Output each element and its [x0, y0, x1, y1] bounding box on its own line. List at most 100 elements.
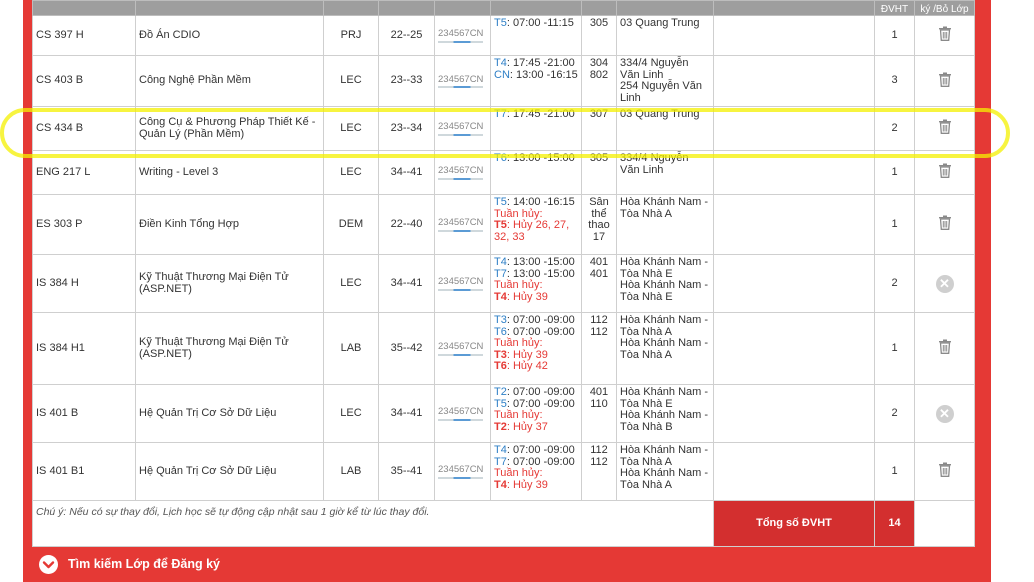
cancel-weeks: : Hủy 39: [506, 290, 548, 303]
trash-icon[interactable]: [938, 72, 952, 87]
notes-cell: [713, 15, 875, 56]
location-cell: 03 Quang Trung: [616, 106, 714, 151]
header-cell: ĐVHT: [874, 0, 915, 16]
weekday-pattern: 234567CN: [438, 464, 484, 479]
class-type: LEC: [323, 150, 379, 195]
time-cell: T2: 07:00 -09:00 T5: 07:00 -09:00 Tuần hủy…: [490, 384, 582, 443]
time-slot: T6: 13:00 -15:00: [494, 152, 578, 165]
weekday-text: 234567CN: [438, 165, 484, 177]
notes-cell: [713, 150, 875, 195]
location-name: 03 Quang Trung: [620, 17, 700, 29]
room-cell: 304 802: [581, 55, 617, 107]
time-range: : 07:00 -09:00: [506, 455, 575, 468]
cancel-day: T3: [494, 348, 507, 361]
notes-cell: [713, 312, 875, 385]
location-name: 334/4 Nguyễn Văn Linh: [620, 57, 689, 81]
day-label: T5: [494, 17, 507, 29]
location-cell: Hòa Khánh Nam - Tòa Nhà A Hòa Khánh Nam -…: [616, 312, 714, 385]
room-cell: 401 110: [581, 384, 617, 443]
header-cell: [378, 0, 435, 16]
weekday-indicator: 234567CN: [434, 384, 491, 443]
time-range: : 13:00 -15:00: [506, 152, 575, 164]
search-class-label: Tìm kiếm Lớp để Đăng ký: [68, 557, 220, 571]
week-range: 23--33: [378, 55, 435, 107]
weekday-bar: [438, 86, 484, 89]
weekday-indicator: 234567CN: [434, 15, 491, 56]
time-cell: T6: 13:00 -15:00: [490, 150, 582, 195]
header-cell: [490, 0, 582, 16]
week-range: 22--40: [378, 194, 435, 255]
action-cell: [914, 15, 975, 56]
weekday-bar: [438, 418, 484, 421]
class-name: Công Nghệ Phần Mềm: [135, 55, 324, 107]
table-header-row: ĐVHT ký /Bỏ Lớp: [32, 0, 975, 16]
location-name: Hòa Khánh Nam - Tòa Nhà A: [620, 444, 709, 468]
class-name: Writing - Level 3: [135, 150, 324, 195]
location-cell: Hòa Khánh Nam - Tòa Nhà A Hòa Khánh Nam -…: [616, 442, 714, 501]
cancel-day: T5: [494, 219, 507, 231]
trash-icon[interactable]: [938, 163, 952, 179]
weekday-pattern: 234567CN: [438, 341, 484, 356]
class-type: LAB: [323, 442, 379, 501]
class-name: Hệ Quản Trị Cơ Sở Dữ Liệu: [135, 384, 324, 443]
trash-icon[interactable]: [938, 339, 952, 355]
credits: 2: [874, 384, 915, 443]
weekday-bar: [438, 288, 484, 291]
day-label: T7: [494, 108, 507, 120]
cancel-weeks: : Hủy 42: [506, 360, 548, 372]
trash-icon[interactable]: [938, 119, 952, 135]
day-label: T5: [494, 196, 507, 208]
cancel-weeks: : Hủy 39: [506, 348, 548, 361]
time-range: : 07:00 -09:00: [506, 386, 575, 398]
room-number: 112: [590, 325, 608, 338]
cancel-weeks: : Hủy 39: [506, 478, 548, 491]
table-row: IS 384 H Kỹ Thuật Thương Mại Điện Tử (ASP…: [32, 254, 975, 313]
time-range: : 14:00 -16:15: [506, 196, 575, 208]
time-slot: T5: 07:00 -11:15: [494, 17, 578, 30]
day-label: T4: [494, 444, 507, 456]
weekday-text: 234567CN: [438, 464, 484, 476]
location-name: Hòa Khánh Nam - Tòa Nhà A: [620, 196, 709, 220]
class-type: LEC: [323, 384, 379, 443]
day-label: T6: [494, 325, 507, 338]
class-type: LAB: [323, 312, 379, 385]
header-cell: [323, 0, 379, 16]
room-number: Sân thể thao 17: [588, 196, 610, 243]
class-code: IS 384 H: [32, 254, 136, 313]
search-class-section-header[interactable]: Tìm kiếm Lớp để Đăng ký: [32, 551, 982, 579]
trash-icon[interactable]: [938, 215, 952, 231]
time-range: : 13:00 -15:00: [506, 267, 575, 280]
location-name: Hòa Khánh Nam - Tòa Nhà E: [620, 386, 709, 410]
room-number: 401: [589, 386, 609, 398]
weekday-bar: [438, 476, 484, 479]
time-cell: T5: 14:00 -16:15 Tuần hủy: T5: Hủy 26, 27,…: [490, 194, 582, 255]
day-label: T2: [494, 386, 507, 398]
location-cell: Hòa Khánh Nam - Tòa Nhà E Hòa Khánh Nam -…: [616, 384, 714, 443]
time-range: : 07:00 -09:00: [506, 397, 575, 410]
room-cell: 305: [581, 15, 617, 56]
time-cell: T5: 07:00 -11:15: [490, 15, 582, 56]
class-code: ENG 217 L: [32, 150, 136, 195]
weekday-pattern: 234567CN: [438, 121, 484, 136]
weekday-indicator: 234567CN: [434, 106, 491, 151]
trash-icon[interactable]: [938, 462, 952, 478]
weekday-pattern: 234567CN: [438, 165, 484, 180]
header-cell: [713, 0, 875, 16]
location-name: Hòa Khánh Nam - Tòa Nhà A: [620, 314, 709, 338]
chevron-down-icon[interactable]: [39, 555, 58, 574]
day-label: T5: [494, 397, 507, 410]
day-label: T3: [494, 314, 507, 326]
weekday-text: 234567CN: [438, 28, 484, 40]
notes-cell: [713, 55, 875, 107]
weekday-text: 234567CN: [438, 406, 484, 418]
cancel-weeks: : Hủy 37: [506, 420, 548, 433]
room-cell: 307: [581, 106, 617, 151]
class-type: LEC: [323, 254, 379, 313]
trash-icon[interactable]: [938, 26, 952, 42]
notes-cell: [713, 194, 875, 255]
location-cell: Hòa Khánh Nam - Tòa Nhà E Hòa Khánh Nam -…: [616, 254, 714, 313]
table-row: IS 384 H1 Kỹ Thuật Thương Mại Điện Tử (AS…: [32, 312, 975, 385]
cancel-day: T4: [494, 290, 507, 303]
weekday-bar: [438, 133, 484, 136]
table-row: ENG 217 L Writing - Level 3 LEC 34--41 23456…: [32, 150, 975, 195]
